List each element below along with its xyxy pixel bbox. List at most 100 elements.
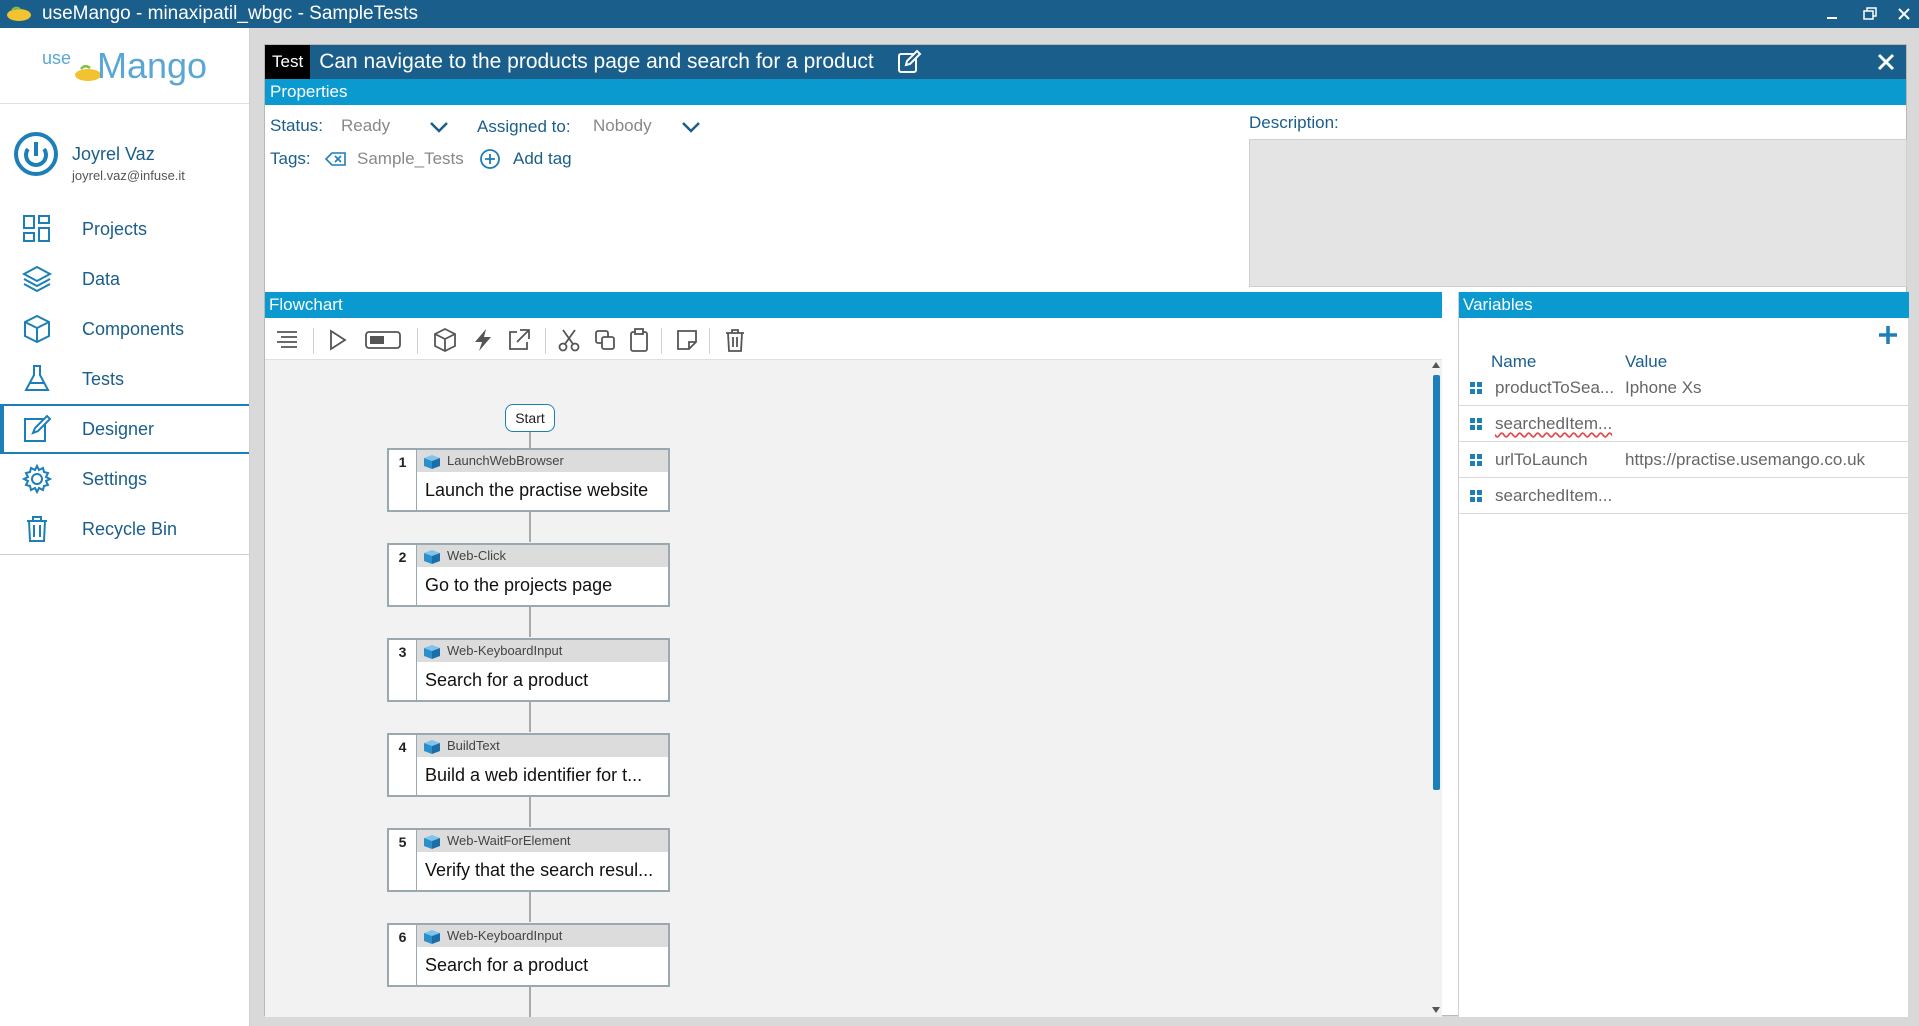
align-button[interactable]: [273, 326, 301, 354]
sidebar-item-label: Settings: [82, 468, 148, 489]
step-description: Search for a product: [425, 955, 589, 975]
flow-step[interactable]: 4 BuildText Build a web identifier for t…: [387, 733, 670, 797]
sidebar-item-projects[interactable]: Projects: [0, 204, 249, 254]
open-external-button[interactable]: [505, 326, 533, 354]
variables-header: Variables: [1459, 292, 1909, 318]
run-button[interactable]: [323, 326, 351, 354]
paste-button[interactable]: [625, 326, 653, 354]
close-icon[interactable]: [1874, 50, 1898, 74]
variable-row[interactable]: urlToLaunch https://practise.usemango.co…: [1459, 442, 1909, 478]
step-number: 6: [389, 925, 417, 985]
avatar: [14, 132, 58, 176]
sidebar-item-designer[interactable]: Designer: [0, 404, 249, 454]
step-component: LaunchWebBrowser: [417, 450, 668, 472]
add-variable-icon[interactable]: [1877, 324, 1899, 346]
scrollbar-thumb[interactable]: [1433, 375, 1440, 790]
variable-value: https://practise.usemango.co.uk: [1625, 450, 1866, 469]
clipboard-icon: [630, 328, 648, 352]
step-description: Verify that the search resul...: [425, 860, 654, 880]
delete-button[interactable]: [721, 326, 749, 354]
window-close-button[interactable]: [1884, 0, 1919, 28]
tags-label: Tags:: [270, 149, 311, 168]
flow-step[interactable]: 1 LaunchWebBrowser Launch the practise w…: [387, 448, 670, 512]
assigned-dropdown[interactable]: Nobody: [593, 116, 652, 136]
flowchart-toolbar: [265, 318, 1442, 360]
drag-handle-icon[interactable]: [1469, 417, 1483, 431]
variables-value-header: Value: [1625, 352, 1668, 371]
add-icon[interactable]: [479, 148, 501, 170]
scroll-down-icon[interactable]: [1432, 1007, 1440, 1013]
grid-icon: [20, 212, 54, 246]
cube-icon: [20, 312, 54, 346]
component-button[interactable]: [431, 326, 459, 354]
test-header: Test Can navigate to the products page a…: [265, 45, 1906, 79]
gear-icon: [20, 462, 54, 496]
cube-icon: [434, 327, 456, 353]
record-button[interactable]: [363, 326, 403, 354]
assigned-label: Assigned to:: [477, 117, 571, 136]
action-button[interactable]: [469, 326, 497, 354]
note-button[interactable]: [673, 326, 701, 354]
title-bar: useMango - minaxipatil_wbgc - SampleTest…: [0, 0, 1919, 28]
note-icon: [677, 330, 697, 350]
variables-name-header: Name: [1491, 352, 1537, 371]
sidebar-item-label: Recycle Bin: [82, 518, 178, 539]
chevron-down-icon[interactable]: [429, 120, 449, 134]
cut-button[interactable]: [555, 326, 583, 354]
play-icon: [330, 329, 347, 351]
variable-row[interactable]: searchedItem...: [1459, 406, 1909, 442]
sidebar-item-recycle-bin[interactable]: Recycle Bin: [0, 504, 249, 554]
flowchart-canvas[interactable]: Start 1 LaunchWebBrowser Launch the prac…: [265, 360, 1430, 1017]
brand-name: Mango: [96, 44, 208, 86]
sidebar: use Mango Joyrel Vaz joyrel.vaz@infuse.i…: [0, 28, 250, 1026]
variable-name: urlToLaunch: [1495, 450, 1588, 469]
sidebar-item-components[interactable]: Components: [0, 304, 249, 354]
minimize-button[interactable]: [1812, 0, 1852, 28]
mango-logo-icon: [7, 6, 31, 21]
brand-logo: use Mango: [0, 28, 249, 104]
scroll-up-icon[interactable]: [1432, 362, 1440, 368]
connector-line: [529, 987, 531, 1017]
drag-handle-icon[interactable]: [1469, 381, 1483, 395]
add-tag-link[interactable]: Add tag: [513, 149, 572, 169]
sidebar-item-label: Components: [82, 318, 185, 339]
variable-name: productToSea...: [1495, 378, 1615, 397]
record-icon: [365, 331, 401, 349]
flow-step[interactable]: 3 Web-KeyboardInput Search for a product: [387, 638, 670, 702]
flow-step[interactable]: 2 Web-Click Go to the projects page: [387, 543, 670, 607]
sidebar-item-label: Projects: [82, 218, 148, 239]
flask-icon: [20, 362, 54, 396]
flow-step[interactable]: 6 Web-KeyboardInput Search for a product: [387, 923, 670, 987]
trash-icon: [726, 329, 744, 352]
description-field[interactable]: [1249, 139, 1907, 287]
sidebar-item-settings[interactable]: Settings: [0, 454, 249, 504]
variable-row[interactable]: productToSea... Iphone Xs: [1459, 370, 1909, 406]
sidebar-item-label: Tests: [82, 368, 125, 389]
connector-line: [529, 607, 531, 637]
layers-icon: [20, 262, 54, 296]
component-cube-icon: [424, 455, 440, 469]
sidebar-item-tests[interactable]: Tests: [0, 354, 249, 404]
sidebar-nav: Projects Data Components Tests Designer …: [0, 204, 249, 555]
step-number: 3: [389, 640, 417, 700]
status-label: Status:: [270, 116, 323, 135]
flowchart-header: Flowchart: [265, 292, 1442, 318]
flow-step[interactable]: 5 Web-WaitForElement Verify that the sea…: [387, 828, 670, 892]
chevron-down-icon[interactable]: [681, 120, 701, 134]
status-dropdown[interactable]: Ready: [341, 116, 390, 136]
drag-handle-icon[interactable]: [1469, 453, 1483, 467]
start-node[interactable]: Start: [505, 404, 555, 432]
align-icon: [277, 331, 297, 348]
sidebar-item-data[interactable]: Data: [0, 254, 249, 304]
copy-button[interactable]: [591, 326, 619, 354]
connector-line: [529, 797, 531, 827]
user-profile[interactable]: Joyrel Vaz joyrel.vaz@infuse.it: [0, 104, 249, 204]
flowchart-scrollbar[interactable]: [1430, 360, 1442, 1017]
test-editor-panel: Test Can navigate to the products page a…: [264, 44, 1909, 1017]
description-label: Description:: [1249, 113, 1339, 132]
test-title: Can navigate to the products page and se…: [319, 50, 874, 73]
external-link-icon: [509, 329, 530, 350]
edit-title-icon[interactable]: [896, 49, 922, 75]
remove-tag-icon[interactable]: [325, 151, 347, 167]
step-component: Web-WaitForElement: [417, 830, 668, 852]
